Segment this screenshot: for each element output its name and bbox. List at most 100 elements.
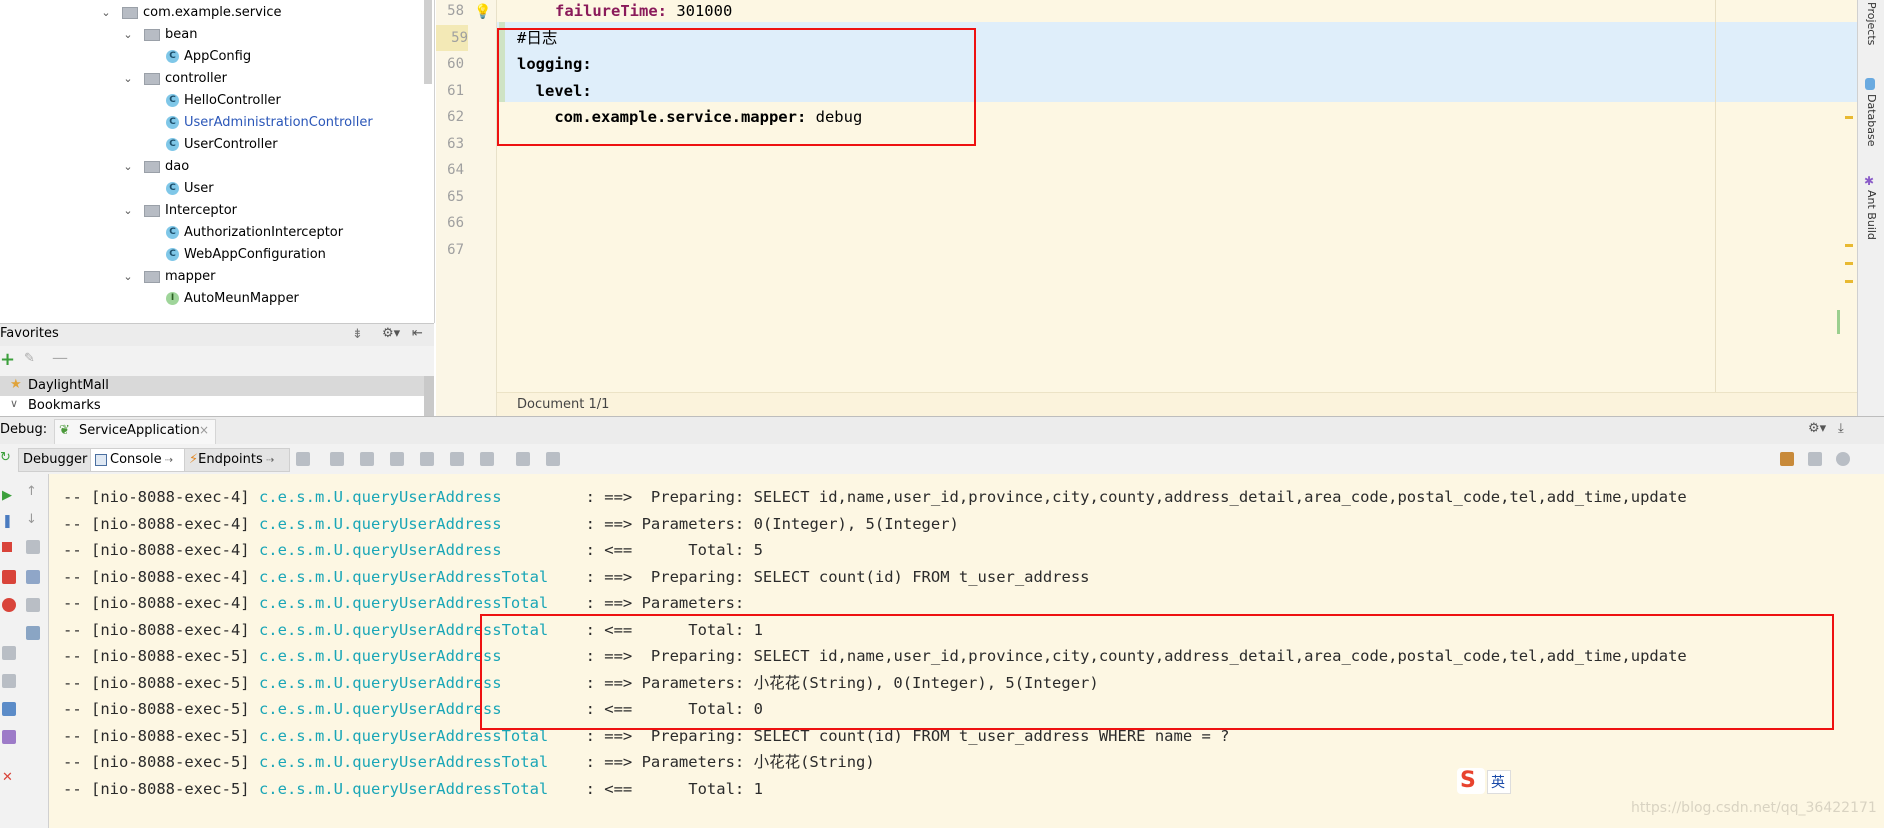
print-icon[interactable] <box>26 598 40 612</box>
view-breakpoints-icon[interactable] <box>2 570 16 584</box>
down-arrow-icon[interactable]: ↓ <box>26 512 37 527</box>
tree-scrollbar[interactable] <box>424 0 432 84</box>
editor-gutter: 58 59 60 61 62 63 64 65 66 67 💡 <box>436 0 497 416</box>
evaluate-icon[interactable] <box>516 452 530 466</box>
tree-item[interactable]: ⌄ dao <box>0 156 420 178</box>
sogou-ime-logo: S <box>1457 768 1485 794</box>
tree-item-label: User <box>184 181 214 196</box>
gear-icon[interactable]: ⚙▾ <box>382 326 400 341</box>
step-over-icon[interactable] <box>330 452 344 466</box>
class-icon: C <box>166 226 179 239</box>
up-arrow-icon[interactable]: ↑ <box>26 484 37 499</box>
tree-item[interactable]: C WebAppConfiguration <box>0 244 420 266</box>
add-icon[interactable]: + <box>0 349 15 370</box>
restore-layout-icon[interactable] <box>1808 452 1822 466</box>
tree-item[interactable]: I AutoMeunMapper <box>0 288 420 310</box>
layout-icon[interactable] <box>1780 452 1794 466</box>
interface-icon: I <box>166 292 179 305</box>
tree-item[interactable]: C UserAdministrationController <box>0 112 420 134</box>
step-into-icon[interactable] <box>360 452 374 466</box>
gear-icon[interactable]: ⚙▾ <box>1808 421 1826 436</box>
tree-item[interactable]: C AuthorizationInterceptor <box>0 222 420 244</box>
tree-item[interactable]: ⌄ com.example.service <box>0 2 420 24</box>
tree-item[interactable]: C AppConfig <box>0 46 420 68</box>
error-stripe <box>1845 116 1853 119</box>
remove-icon[interactable]: — <box>52 348 68 367</box>
database-tool-tab[interactable]: Database <box>1865 94 1878 147</box>
favorites-item-bookmarks[interactable]: ∨ Bookmarks <box>0 396 424 416</box>
ant-build-tool-tab[interactable]: Ant Build <box>1865 190 1878 240</box>
favorites-item-label: DaylightMall <box>28 378 109 393</box>
chevron-down-icon[interactable]: ⌄ <box>122 68 134 90</box>
chevron-down-icon[interactable]: ⌄ <box>100 2 112 24</box>
force-step-into-icon[interactable] <box>390 452 404 466</box>
trace-icon[interactable] <box>546 452 560 466</box>
close-icon[interactable]: × <box>199 423 209 437</box>
line-number: 60 <box>447 56 464 72</box>
hide-icon[interactable]: ⇤ <box>412 326 423 341</box>
chevron-down-icon[interactable]: ⌄ <box>122 266 134 288</box>
close-icon[interactable]: ✕ <box>2 770 13 785</box>
speedometer-icon[interactable] <box>1836 452 1850 466</box>
tree-item[interactable]: ⌄ bean <box>0 24 420 46</box>
tab-console[interactable]: Console ⇢ <box>90 448 186 472</box>
code-editor[interactable]: failureTime: 301000 #日志 logging: level: co… <box>497 0 1857 416</box>
tree-item-label: HelloController <box>184 93 281 108</box>
stop-icon[interactable] <box>2 542 12 552</box>
edit-icon[interactable]: ✎ <box>24 351 35 366</box>
highlight-box <box>480 614 1834 730</box>
pin-icon[interactable] <box>2 730 16 744</box>
endpoints-icon: ⚡ <box>189 452 199 467</box>
settings-icon[interactable] <box>2 674 16 688</box>
tree-item[interactable]: C UserController <box>0 134 420 156</box>
tree-item[interactable]: C User <box>0 178 420 200</box>
step-out-icon[interactable] <box>420 452 434 466</box>
class-icon: C <box>166 50 179 63</box>
clear-all-icon[interactable] <box>26 626 40 640</box>
chevron-down-icon[interactable]: ⌄ <box>122 24 134 46</box>
tree-item[interactable]: ⌄ Interceptor <box>0 200 420 222</box>
gear-icon[interactable] <box>2 702 16 716</box>
favorites-item-daylightmall[interactable]: ★ DaylightMall <box>0 376 424 396</box>
tree-item[interactable]: C HelloController <box>0 90 420 112</box>
soft-wrap-icon[interactable] <box>26 540 40 554</box>
sogou-s-icon: S <box>1460 768 1476 793</box>
run-to-cursor-icon[interactable] <box>480 452 494 466</box>
projects-tool-tab[interactable]: Projects <box>1865 2 1878 45</box>
camera-icon[interactable] <box>2 646 16 660</box>
debug-session-tab[interactable]: ❦ ServiceApplication × <box>54 419 216 444</box>
tab-debugger[interactable]: Debugger <box>18 448 93 472</box>
show-execution-point-icon[interactable] <box>296 452 310 466</box>
tab-endpoints[interactable]: ⚡Endpoints ⇢ <box>184 448 290 472</box>
line-number: 58 <box>447 3 464 19</box>
database-icon <box>1865 78 1875 90</box>
tree-item-label: UserController <box>184 137 278 152</box>
ime-language-badge[interactable]: 英 <box>1487 770 1511 794</box>
console-side-toolbar: ▶ ↑ ❚ ↓ ✕ <box>0 474 49 828</box>
tree-item-label: controller <box>165 71 228 86</box>
tab-label: Endpoints <box>198 452 263 467</box>
tree-item[interactable]: ⌄ mapper <box>0 266 420 288</box>
tab-label: Debugger <box>23 452 88 467</box>
console-line: -- [nio-8088-exec-4] c.e.s.m.U.queryUser… <box>63 567 1090 586</box>
ant-icon: ✱ <box>1864 174 1875 188</box>
drop-frame-icon[interactable] <box>450 452 464 466</box>
tree-item-label: com.example.service <box>143 5 282 20</box>
bulb-icon[interactable]: 💡 <box>474 4 491 20</box>
code-line: failureTime: 301000 <box>555 2 733 20</box>
console-output[interactable]: -- [nio-8088-exec-4] c.e.s.m.U.queryUser… <box>49 474 1884 828</box>
favorites-scrollbar[interactable] <box>424 376 434 416</box>
console-line: -- [nio-8088-exec-5] c.e.s.m.U.queryUser… <box>63 779 763 798</box>
resume-icon[interactable]: ▶ <box>2 488 12 503</box>
chevron-down-icon[interactable]: ⌄ <box>122 200 134 222</box>
ime-language-label: 英 <box>1491 775 1505 791</box>
scroll-to-end-icon[interactable] <box>26 570 40 584</box>
mute-breakpoints-icon[interactable] <box>2 598 16 612</box>
tree-item[interactable]: ⌄ controller <box>0 68 420 90</box>
chevron-down-icon[interactable]: ⌄ <box>122 156 134 178</box>
hide-icon[interactable]: ⤓ <box>1838 421 1844 436</box>
rerun-icon[interactable]: ↻ <box>0 450 11 465</box>
package-icon <box>144 204 160 217</box>
collapse-icon[interactable]: ⇟ <box>352 327 363 342</box>
pause-icon[interactable]: ❚ <box>2 514 13 529</box>
